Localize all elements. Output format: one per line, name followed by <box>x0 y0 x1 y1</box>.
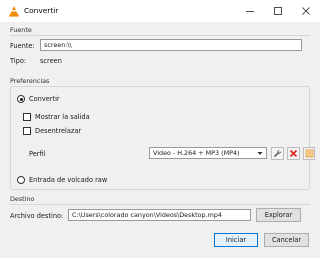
close-icon <box>302 7 310 15</box>
convert-label[interactable]: Convertir <box>29 95 60 103</box>
show-output-label[interactable]: Mostrar la salida <box>35 113 90 121</box>
maximize-button[interactable] <box>264 0 292 22</box>
browse-button[interactable]: Explorar <box>256 208 301 222</box>
new-profile-icon <box>305 149 313 157</box>
source-field-label: Fuente: <box>10 42 35 50</box>
title-bar: Convertir <box>0 0 320 22</box>
wrench-icon <box>274 149 281 157</box>
destination-file-label: Archivo destino: <box>10 212 64 220</box>
source-input[interactable]: screen:\\ <box>40 39 302 51</box>
type-label: Tipo: <box>10 57 27 65</box>
edit-profile-button[interactable] <box>271 146 284 160</box>
delete-profile-button[interactable] <box>287 146 300 160</box>
destination-file-input[interactable]: C:\Users\colorado canyon\Videos\Desktop.… <box>68 209 251 221</box>
window-title: Convertir <box>24 6 59 15</box>
source-group-label: Fuente <box>10 26 32 34</box>
minimize-button[interactable] <box>236 0 264 22</box>
maximize-icon <box>274 7 282 15</box>
deinterlace-label[interactable]: Desentrelazar <box>35 127 81 135</box>
dump-raw-radio[interactable] <box>17 176 25 184</box>
destination-group-label: Destino <box>10 195 35 203</box>
profile-select-value: Video - H.264 + MP3 (MP4) <box>153 149 240 157</box>
delete-x-icon <box>289 149 298 157</box>
minimize-icon <box>246 11 254 12</box>
convert-radio[interactable] <box>17 95 25 103</box>
new-profile-button[interactable] <box>303 146 315 160</box>
profile-label: Perfil <box>29 150 46 158</box>
profile-select[interactable]: Video - H.264 + MP3 (MP4) <box>149 147 267 159</box>
source-separator <box>10 35 310 36</box>
show-output-checkbox[interactable] <box>23 113 31 121</box>
type-value: screen <box>40 57 62 65</box>
chevron-down-icon <box>257 152 263 155</box>
dump-raw-label[interactable]: Entrada de volcado raw <box>29 176 107 184</box>
destination-separator <box>10 204 310 205</box>
deinterlace-checkbox[interactable] <box>23 127 31 135</box>
cancel-button[interactable]: Cancelar <box>264 233 309 247</box>
close-button[interactable] <box>292 0 320 22</box>
preferences-group-label: Preferencias <box>10 77 50 85</box>
vlc-cone-icon <box>9 6 19 17</box>
start-button[interactable]: Iniciar <box>214 233 258 247</box>
